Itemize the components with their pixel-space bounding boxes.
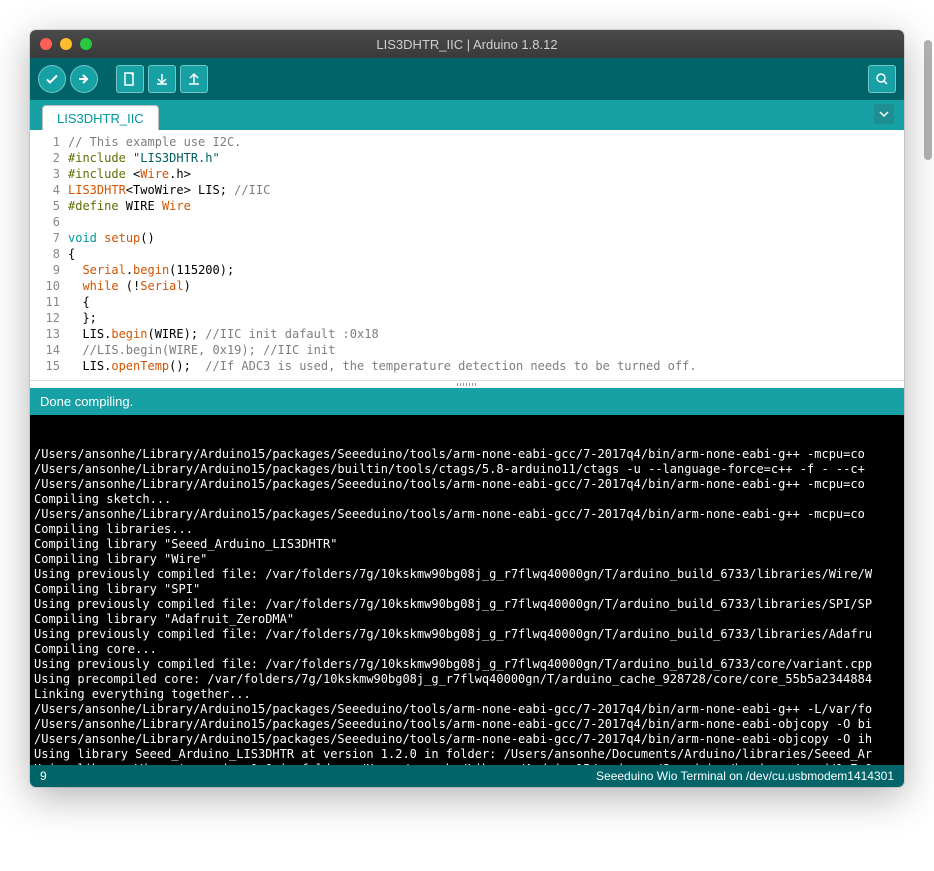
code-line[interactable]: 1// This example use I2C. (30, 134, 904, 150)
line-content: #define WIRE Wire (68, 198, 904, 214)
new-button[interactable] (116, 65, 144, 93)
status-bar: Done compiling. (30, 388, 904, 415)
code-line[interactable]: 11 { (30, 294, 904, 310)
titlebar[interactable]: LIS3DHTR_IIC | Arduino 1.8.12 (30, 30, 904, 58)
code-line[interactable]: 5#define WIRE Wire (30, 198, 904, 214)
code-line[interactable]: 2#include "LIS3DHTR.h" (30, 150, 904, 166)
line-number: 7 (30, 230, 68, 246)
line-content: #include <Wire.h> (68, 166, 904, 182)
line-content: { (68, 246, 904, 262)
zoom-button[interactable] (80, 38, 92, 50)
console-line: Using previously compiled file: /var/fol… (34, 657, 900, 672)
line-content: }; (68, 310, 904, 326)
console-line: Linking everything together... (34, 687, 900, 702)
code-line[interactable]: 13 LIS.begin(WIRE); //IIC init dafault :… (30, 326, 904, 342)
line-number: 11 (30, 294, 68, 310)
console-line: Compiling library "Adafruit_ZeroDMA" (34, 612, 900, 627)
footer: 9 Seeeduino Wio Terminal on /dev/cu.usbm… (30, 765, 904, 787)
console-line: Compiling library "Wire" (34, 552, 900, 567)
console-line: Compiling library "SPI" (34, 582, 900, 597)
code-line[interactable]: 7void setup() (30, 230, 904, 246)
code-line[interactable]: 4LIS3DHTR<TwoWire> LIS; //IIC (30, 182, 904, 198)
console-line: /Users/ansonhe/Library/Arduino15/package… (34, 732, 900, 747)
line-content: void setup() (68, 230, 904, 246)
console-line: Using precompiled core: /var/folders/7g/… (34, 672, 900, 687)
traffic-lights (40, 38, 92, 50)
board-port-info: Seeeduino Wio Terminal on /dev/cu.usbmod… (596, 769, 894, 783)
serial-monitor-button[interactable] (868, 65, 896, 93)
console-line: Using previously compiled file: /var/fol… (34, 567, 900, 582)
line-content (68, 214, 904, 230)
console-line: /Users/ansonhe/Library/Arduino15/package… (34, 507, 900, 522)
save-button[interactable] (180, 65, 208, 93)
code-line[interactable]: 3#include <Wire.h> (30, 166, 904, 182)
toolbar (30, 58, 904, 100)
line-number: 5 (30, 198, 68, 214)
console-line: Compiling sketch... (34, 492, 900, 507)
console-line: Using library Seeed_Arduino_LIS3DHTR at … (34, 747, 900, 762)
line-content: //LIS.begin(WIRE, 0x19); //IIC init (68, 342, 904, 358)
line-number: 14 (30, 342, 68, 358)
upload-button[interactable] (70, 65, 98, 93)
line-number: 9 (30, 262, 68, 278)
code-line[interactable]: 12 }; (30, 310, 904, 326)
console-line: /Users/ansonhe/Library/Arduino15/package… (34, 702, 900, 717)
line-content: LIS.begin(WIRE); //IIC init dafault :0x1… (68, 326, 904, 342)
close-button[interactable] (40, 38, 52, 50)
console-output[interactable]: /Users/ansonhe/Library/Arduino15/package… (30, 415, 904, 765)
console-line: Compiling core... (34, 642, 900, 657)
console-line: /Users/ansonhe/Library/Arduino15/package… (34, 462, 900, 477)
arduino-window: LIS3DHTR_IIC | Arduino 1.8.12 LIS3DHTR_I… (30, 30, 904, 787)
splitter-grip[interactable] (30, 380, 904, 388)
tab-sketch[interactable]: LIS3DHTR_IIC (42, 105, 159, 130)
line-content: { (68, 294, 904, 310)
code-line[interactable]: 14 //LIS.begin(WIRE, 0x19); //IIC init (30, 342, 904, 358)
line-number: 1 (30, 134, 68, 150)
line-content: LIS3DHTR<TwoWire> LIS; //IIC (68, 182, 904, 198)
console-line: Compiling library "Seeed_Arduino_LIS3DHT… (34, 537, 900, 552)
open-button[interactable] (148, 65, 176, 93)
code-line[interactable]: 10 while (!Serial) (30, 278, 904, 294)
code-line[interactable]: 8{ (30, 246, 904, 262)
cursor-line: 9 (40, 769, 47, 783)
line-number: 15 (30, 358, 68, 374)
line-content: Serial.begin(115200); (68, 262, 904, 278)
console-line: /Users/ansonhe/Library/Arduino15/package… (34, 717, 900, 732)
code-line[interactable]: 9 Serial.begin(115200); (30, 262, 904, 278)
code-line[interactable]: 15 LIS.openTemp(); //If ADC3 is used, th… (30, 358, 904, 374)
console-line: /Users/ansonhe/Library/Arduino15/package… (34, 447, 900, 462)
line-content: LIS.openTemp(); //If ADC3 is used, the t… (68, 358, 904, 374)
tab-menu-button[interactable] (874, 104, 894, 124)
line-number: 4 (30, 182, 68, 198)
code-line[interactable]: 6 (30, 214, 904, 230)
console-line: Using library Wire at version 1.0 in fol… (34, 762, 900, 765)
minimize-button[interactable] (60, 38, 72, 50)
code-editor[interactable]: 1// This example use I2C.2#include "LIS3… (30, 130, 904, 380)
line-content: #include "LIS3DHTR.h" (68, 150, 904, 166)
line-number: 2 (30, 150, 68, 166)
console-line: Compiling libraries... (34, 522, 900, 537)
tabbar: LIS3DHTR_IIC (30, 100, 904, 130)
line-number: 6 (30, 214, 68, 230)
console-line: Using previously compiled file: /var/fol… (34, 597, 900, 612)
console-line: /Users/ansonhe/Library/Arduino15/package… (34, 477, 900, 492)
verify-button[interactable] (38, 65, 66, 93)
line-content: while (!Serial) (68, 278, 904, 294)
line-content: // This example use I2C. (68, 134, 904, 150)
line-number: 12 (30, 310, 68, 326)
line-number: 8 (30, 246, 68, 262)
line-number: 3 (30, 166, 68, 182)
console-line: Using previously compiled file: /var/fol… (34, 627, 900, 642)
line-number: 10 (30, 278, 68, 294)
line-number: 13 (30, 326, 68, 342)
window-title: LIS3DHTR_IIC | Arduino 1.8.12 (30, 37, 904, 52)
status-text: Done compiling. (40, 394, 133, 409)
